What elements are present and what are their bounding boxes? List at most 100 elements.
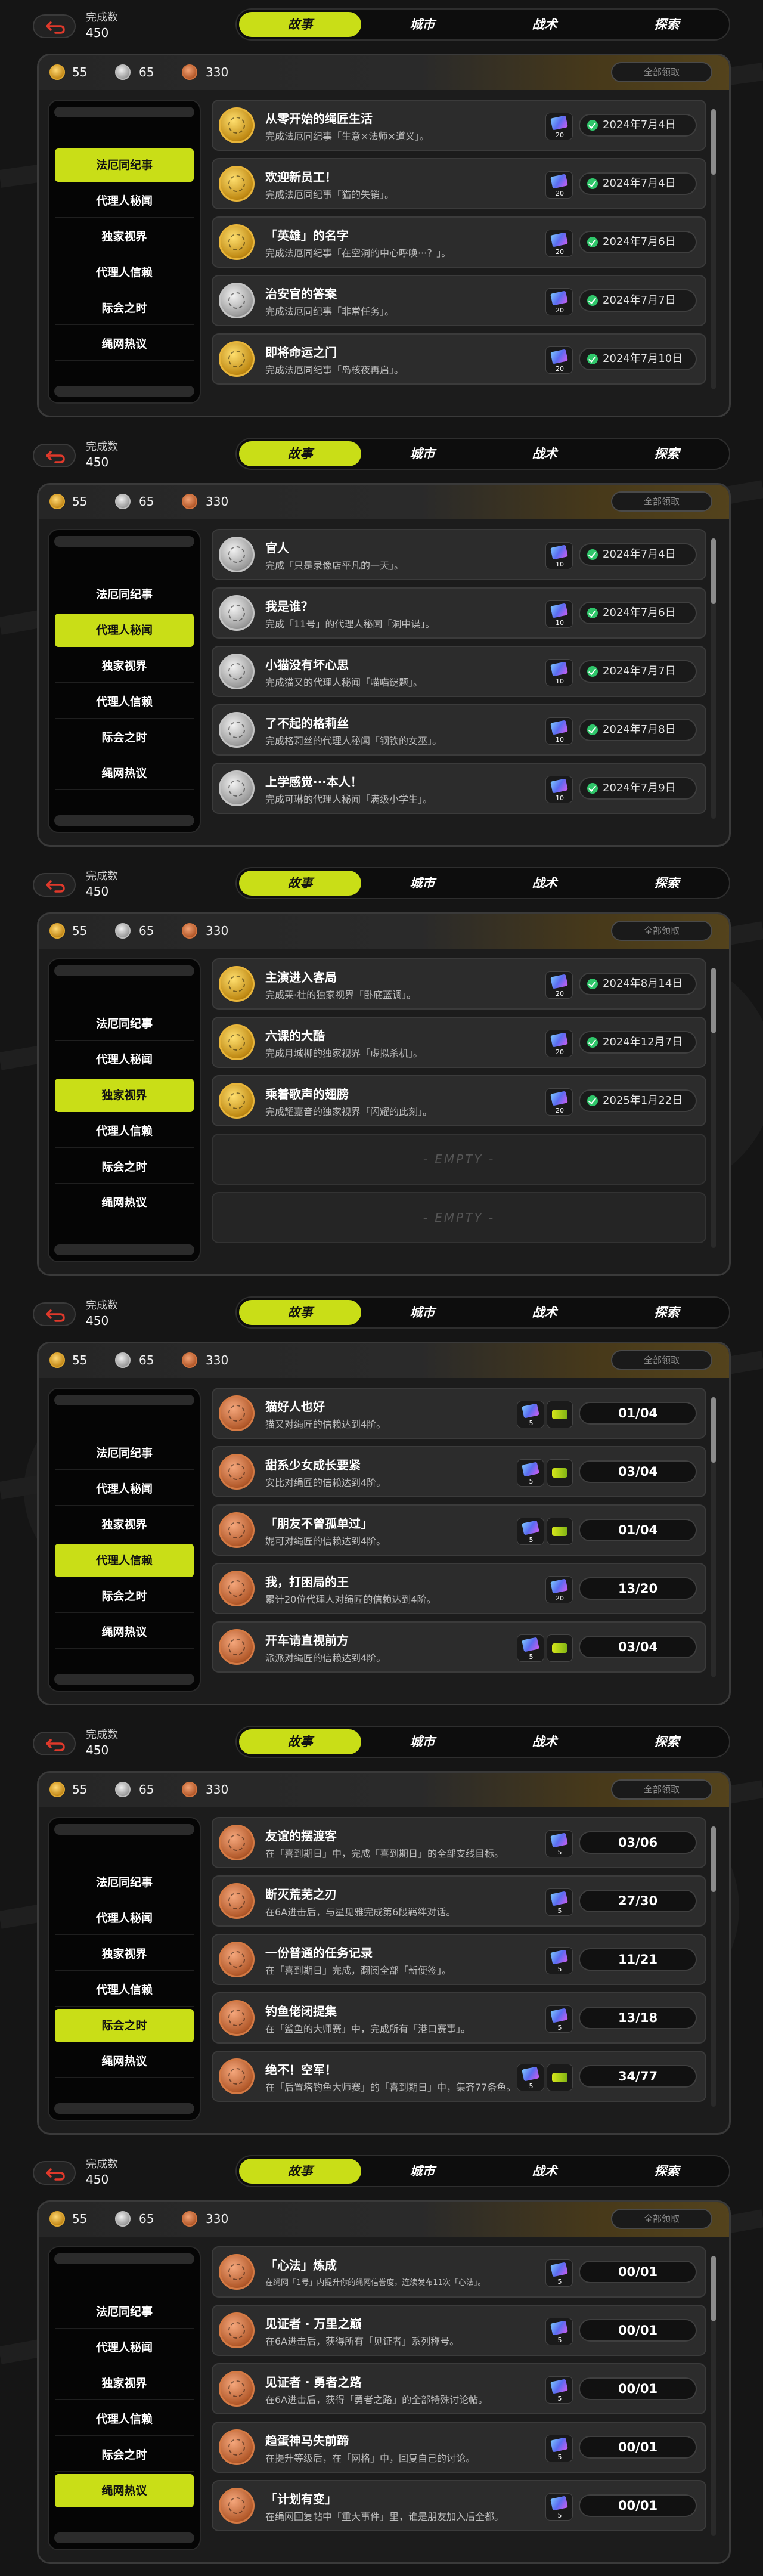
sidebar-item[interactable]: 绳网热议 <box>55 757 194 790</box>
claim-all-button[interactable]: 全部领取 <box>611 491 712 512</box>
sidebar-item[interactable]: 代理人信赖 <box>55 2402 194 2436</box>
sidebar-item[interactable]: 代理人秘闻 <box>55 1043 194 1076</box>
sidebar-item[interactable]: 绳网热议 <box>55 2474 194 2507</box>
achievement-row[interactable]: 猫好人也好 猫又对绳匠的信赖达到4阶。 5 01/04 <box>212 1388 706 1439</box>
achievement-row[interactable]: 我是谁？ 完成「11号」的代理人秘闻「洞中谍」。 10 2024年7月6日 <box>212 587 706 639</box>
sidebar-item[interactable]: 际会之时 <box>55 2009 194 2042</box>
tab-story[interactable]: 故事 <box>239 1729 361 1754</box>
claim-all-button[interactable]: 全部领取 <box>611 1350 712 1370</box>
back-button[interactable] <box>33 873 76 897</box>
sidebar-item[interactable]: 代理人信赖 <box>55 1973 194 2007</box>
claim-all-button[interactable]: 全部领取 <box>611 1779 712 1800</box>
achievement-row[interactable]: 钓鱼佬闭提集 在「鲨鱼的大师赛」中，完成所有「港口赛事」。 5 13/18 <box>212 1992 706 2044</box>
back-button[interactable] <box>33 14 76 38</box>
claim-all-button[interactable]: 全部领取 <box>611 921 712 941</box>
achievement-row[interactable]: 即将命运之门 完成法厄同纪事「岛核夜再启」。 20 2024年7月10日 <box>212 333 706 385</box>
tab-story[interactable]: 故事 <box>239 1300 361 1325</box>
scrollbar-thumb[interactable] <box>711 538 716 604</box>
list-scrollbar[interactable] <box>711 1826 716 2107</box>
sidebar-scroll-up[interactable] <box>54 1395 194 1405</box>
sidebar-item[interactable]: 代理人信赖 <box>55 256 194 289</box>
achievement-row[interactable]: 友谊的摆渡客 在「喜到期日」中，完成「喜到期日」的全部支线目标。 5 03/06 <box>212 1817 706 1868</box>
sidebar-item[interactable]: 际会之时 <box>55 1580 194 1613</box>
sidebar-item[interactable]: 绳网热议 <box>55 2045 194 2078</box>
achievement-row[interactable]: 主演进入客局 完成莱·杜的独家视界「卧底蓝调」。 20 2024年8月14日 <box>212 958 706 1010</box>
achievement-row[interactable]: 断灭荒芜之刃 在6A进击后，与星见雅完成第6段羁绊对话。 5 27/30 <box>212 1875 706 1927</box>
sidebar-scroll-up[interactable] <box>54 2253 194 2264</box>
sidebar-item[interactable]: 独家视界 <box>55 1937 194 1971</box>
sidebar-item[interactable]: 法厄同纪事 <box>55 1866 194 1899</box>
tab-city[interactable]: 城市 <box>361 2159 483 2184</box>
achievement-row[interactable]: 治安官的答案 完成法厄同纪事「非常任务」。 20 2024年7月7日 <box>212 275 706 326</box>
claim-all-button[interactable]: 全部领取 <box>611 62 712 82</box>
sidebar-scroll-down[interactable] <box>54 815 194 826</box>
sidebar-item[interactable]: 绳网热议 <box>55 1186 194 1219</box>
sidebar-item[interactable]: 际会之时 <box>55 721 194 754</box>
achievement-row[interactable]: 绝不！空军！ 在「后置塔钓鱼大师赛」的「喜到期日」中，集齐77条鱼。 5 34/77 <box>212 2051 706 2102</box>
list-scrollbar[interactable] <box>711 968 716 1248</box>
tab-story[interactable]: 故事 <box>239 12 361 37</box>
sidebar-item[interactable]: 代理人秘闻 <box>55 614 194 647</box>
list-scrollbar[interactable] <box>711 1397 716 1677</box>
achievement-row[interactable]: 六课的大酷 完成月城柳的独家视界「虚拟杀机」。 20 2024年12月7日 <box>212 1017 706 1068</box>
tab-tactics[interactable]: 战术 <box>483 12 606 37</box>
sidebar-scroll-down[interactable] <box>54 2532 194 2543</box>
achievement-row[interactable]: 一份普通的任务记录 在「喜到期日」完成，翻阅全部「新便签」。 5 11/21 <box>212 1934 706 1985</box>
tab-explore[interactable]: 探索 <box>606 1729 728 1754</box>
tab-city[interactable]: 城市 <box>361 441 483 466</box>
achievement-row[interactable]: 官人 完成「只是录像店平凡的一天」。 10 2024年7月4日 <box>212 529 706 580</box>
tab-tactics[interactable]: 战术 <box>483 441 606 466</box>
tab-tactics[interactable]: 战术 <box>483 871 606 896</box>
tab-explore[interactable]: 探索 <box>606 441 728 466</box>
sidebar-item[interactable]: 法厄同纪事 <box>55 578 194 611</box>
sidebar-item[interactable]: 代理人信赖 <box>55 1544 194 1577</box>
sidebar-scroll-up[interactable] <box>54 107 194 117</box>
sidebar-scroll-down[interactable] <box>54 386 194 397</box>
scrollbar-thumb[interactable] <box>711 968 716 1033</box>
tab-tactics[interactable]: 战术 <box>483 2159 606 2184</box>
sidebar-item[interactable]: 独家视界 <box>55 1079 194 1112</box>
sidebar-scroll-up[interactable] <box>54 965 194 976</box>
achievement-row[interactable]: 甜系少女成长要紧 安比对绳匠的信赖达到4阶。 5 03/04 <box>212 1446 706 1497</box>
tab-story[interactable]: 故事 <box>239 441 361 466</box>
tab-explore[interactable]: 探索 <box>606 1300 728 1325</box>
achievement-row[interactable]: 小猫没有坏心思 完成猫又的代理人秘闻「喵喵谜题」。 10 2024年7月7日 <box>212 646 706 697</box>
sidebar-item[interactable]: 际会之时 <box>55 2438 194 2472</box>
sidebar-scroll-up[interactable] <box>54 536 194 547</box>
sidebar-item[interactable]: 独家视界 <box>55 220 194 253</box>
scrollbar-thumb[interactable] <box>711 1826 716 1892</box>
tab-tactics[interactable]: 战术 <box>483 1300 606 1325</box>
achievement-row[interactable]: 开车请直视前方 派派对绳匠的信赖达到4阶。 5 03/04 <box>212 1621 706 1673</box>
back-button[interactable] <box>33 2161 76 2185</box>
sidebar-item[interactable]: 代理人秘闻 <box>55 2331 194 2364</box>
tab-city[interactable]: 城市 <box>361 871 483 896</box>
sidebar-scroll-down[interactable] <box>54 1244 194 1255</box>
achievement-row[interactable]: 欢迎新员工！ 完成法厄同纪事「猫的失销」。 20 2024年7月4日 <box>212 158 706 209</box>
sidebar-item[interactable]: 代理人信赖 <box>55 1114 194 1148</box>
sidebar-item[interactable]: 绳网热议 <box>55 1615 194 1649</box>
achievement-row[interactable]: 见证者 · 万里之巅 在6A进击后，获得所有「见证者」系列称号。 5 00/01 <box>212 2305 706 2356</box>
achievement-row[interactable]: 「心法」炼成 在绳网「1号」内提升你的绳网信誉度，连续发布11次「心法」。 5 00/… <box>212 2246 706 2298</box>
achievement-row[interactable]: 「英雄」的名字 完成法厄同纪事「在空洞的中心呼唤···？」。 20 2024年7月6日 <box>212 216 706 268</box>
sidebar-item[interactable]: 独家视界 <box>55 649 194 683</box>
back-button[interactable] <box>33 1732 76 1755</box>
scrollbar-thumb[interactable] <box>711 109 716 175</box>
back-button[interactable] <box>33 444 76 467</box>
sidebar-scroll-down[interactable] <box>54 1674 194 1685</box>
sidebar-item[interactable]: 法厄同纪事 <box>55 1436 194 1470</box>
list-scrollbar[interactable] <box>711 538 716 819</box>
tab-tactics[interactable]: 战术 <box>483 1729 606 1754</box>
sidebar-item[interactable]: 法厄同纪事 <box>55 2295 194 2329</box>
achievement-row[interactable]: 趋蛋神马失前蹄 在提升等级后，在「网格」中，回复自己的讨论。 5 00/01 <box>212 2422 706 2473</box>
sidebar-scroll-down[interactable] <box>54 2103 194 2114</box>
tab-city[interactable]: 城市 <box>361 12 483 37</box>
back-button[interactable] <box>33 1302 76 1326</box>
scrollbar-thumb[interactable] <box>711 2256 716 2321</box>
achievement-row[interactable]: 见证者 · 勇者之路 在6A进击后，获得「勇者之路」的全部特殊讨论帖。 5 00/01 <box>212 2363 706 2414</box>
tab-city[interactable]: 城市 <box>361 1729 483 1754</box>
achievement-row[interactable]: 上学感觉···本人！ 完成可琳的代理人秘闻「满级小学生」。 10 2024年7月9日 <box>212 763 706 814</box>
sidebar-item[interactable]: 代理人秘闻 <box>55 1902 194 1935</box>
sidebar-item[interactable]: 法厄同纪事 <box>55 1007 194 1041</box>
achievement-row[interactable]: 「计划有变」 在绳网回复帖中「重大事件」里，谁是朋友加入后全都。 5 00/01 <box>212 2480 706 2531</box>
tab-explore[interactable]: 探索 <box>606 871 728 896</box>
